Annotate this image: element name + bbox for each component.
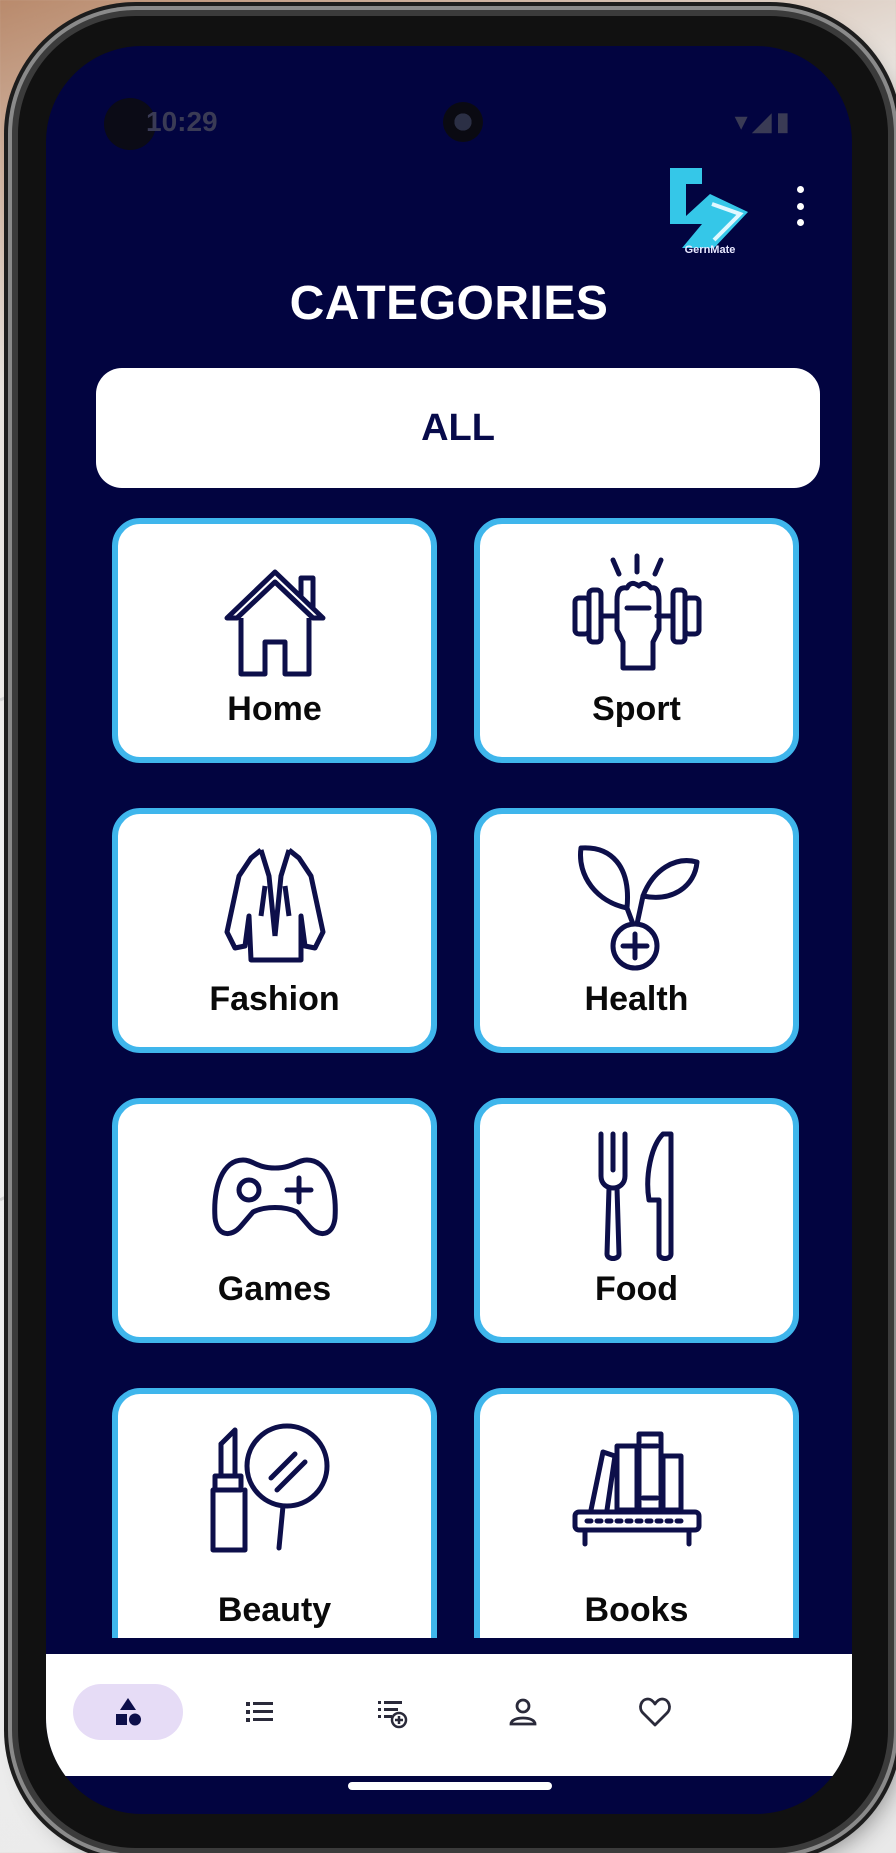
person-icon: [509, 1698, 537, 1726]
category-card-books[interactable]: Books: [474, 1388, 799, 1638]
nav-favorites[interactable]: [600, 1684, 710, 1740]
nav-profile[interactable]: [468, 1684, 578, 1740]
category-label-beauty: Beauty: [217, 1591, 332, 1629]
list-icon: [246, 1702, 273, 1722]
nav-list[interactable]: [204, 1684, 314, 1740]
nav-playlist-add[interactable]: [336, 1684, 446, 1740]
gamepad-icon: [211, 1157, 338, 1236]
front-camera: [443, 102, 483, 142]
bottom-navigation: [46, 1654, 852, 1776]
category-card-sport[interactable]: Sport: [474, 518, 799, 763]
fork-knife-icon: [598, 1131, 673, 1261]
jacket-icon: [224, 848, 325, 963]
heart-icon: [639, 1697, 671, 1727]
category-label-games: Games: [217, 1270, 332, 1308]
all-button-label: ALL: [421, 406, 495, 449]
dumbbell-icon: [572, 553, 701, 671]
category-label-fashion: Fashion: [209, 980, 340, 1018]
home-indicator[interactable]: [348, 1782, 552, 1790]
category-card-home[interactable]: Home: [112, 518, 437, 763]
category-label-home: Home: [227, 690, 322, 728]
more-options-icon[interactable]: [788, 186, 812, 226]
playlist-add-icon: [378, 1701, 408, 1729]
status-time: 10:29: [146, 106, 218, 137]
app-screen: 10:29 ▾◢▮ GernMate CATEGORIES ALL Home S…: [46, 46, 852, 1814]
all-categories-button[interactable]: ALL: [96, 368, 820, 488]
page-title: CATEGORIES: [289, 277, 609, 330]
leaf-plus-icon: [577, 845, 699, 971]
bookshelf-icon: [572, 1431, 701, 1547]
status-icons: ▾◢▮: [734, 106, 794, 136]
category-label-sport: Sport: [592, 690, 681, 728]
category-label-health: Health: [584, 980, 689, 1018]
category-card-games[interactable]: Games: [112, 1098, 437, 1343]
nav-categories[interactable]: [73, 1684, 183, 1740]
category-label-books: Books: [584, 1591, 689, 1629]
category-card-beauty[interactable]: Beauty: [112, 1388, 437, 1638]
category-card-health[interactable]: Health: [474, 808, 799, 1053]
logo-text: GernMate: [684, 244, 736, 256]
lipstick-mirror-icon: [210, 1423, 329, 1553]
category-card-food[interactable]: Food: [474, 1098, 799, 1343]
category-label-food: Food: [594, 1270, 679, 1308]
shapes-icon: [116, 1698, 141, 1726]
phone-frame: 10:29 ▾◢▮ GernMate CATEGORIES ALL Home S…: [18, 16, 888, 1848]
house-icon: [224, 569, 325, 677]
category-card-fashion[interactable]: Fashion: [112, 808, 437, 1053]
